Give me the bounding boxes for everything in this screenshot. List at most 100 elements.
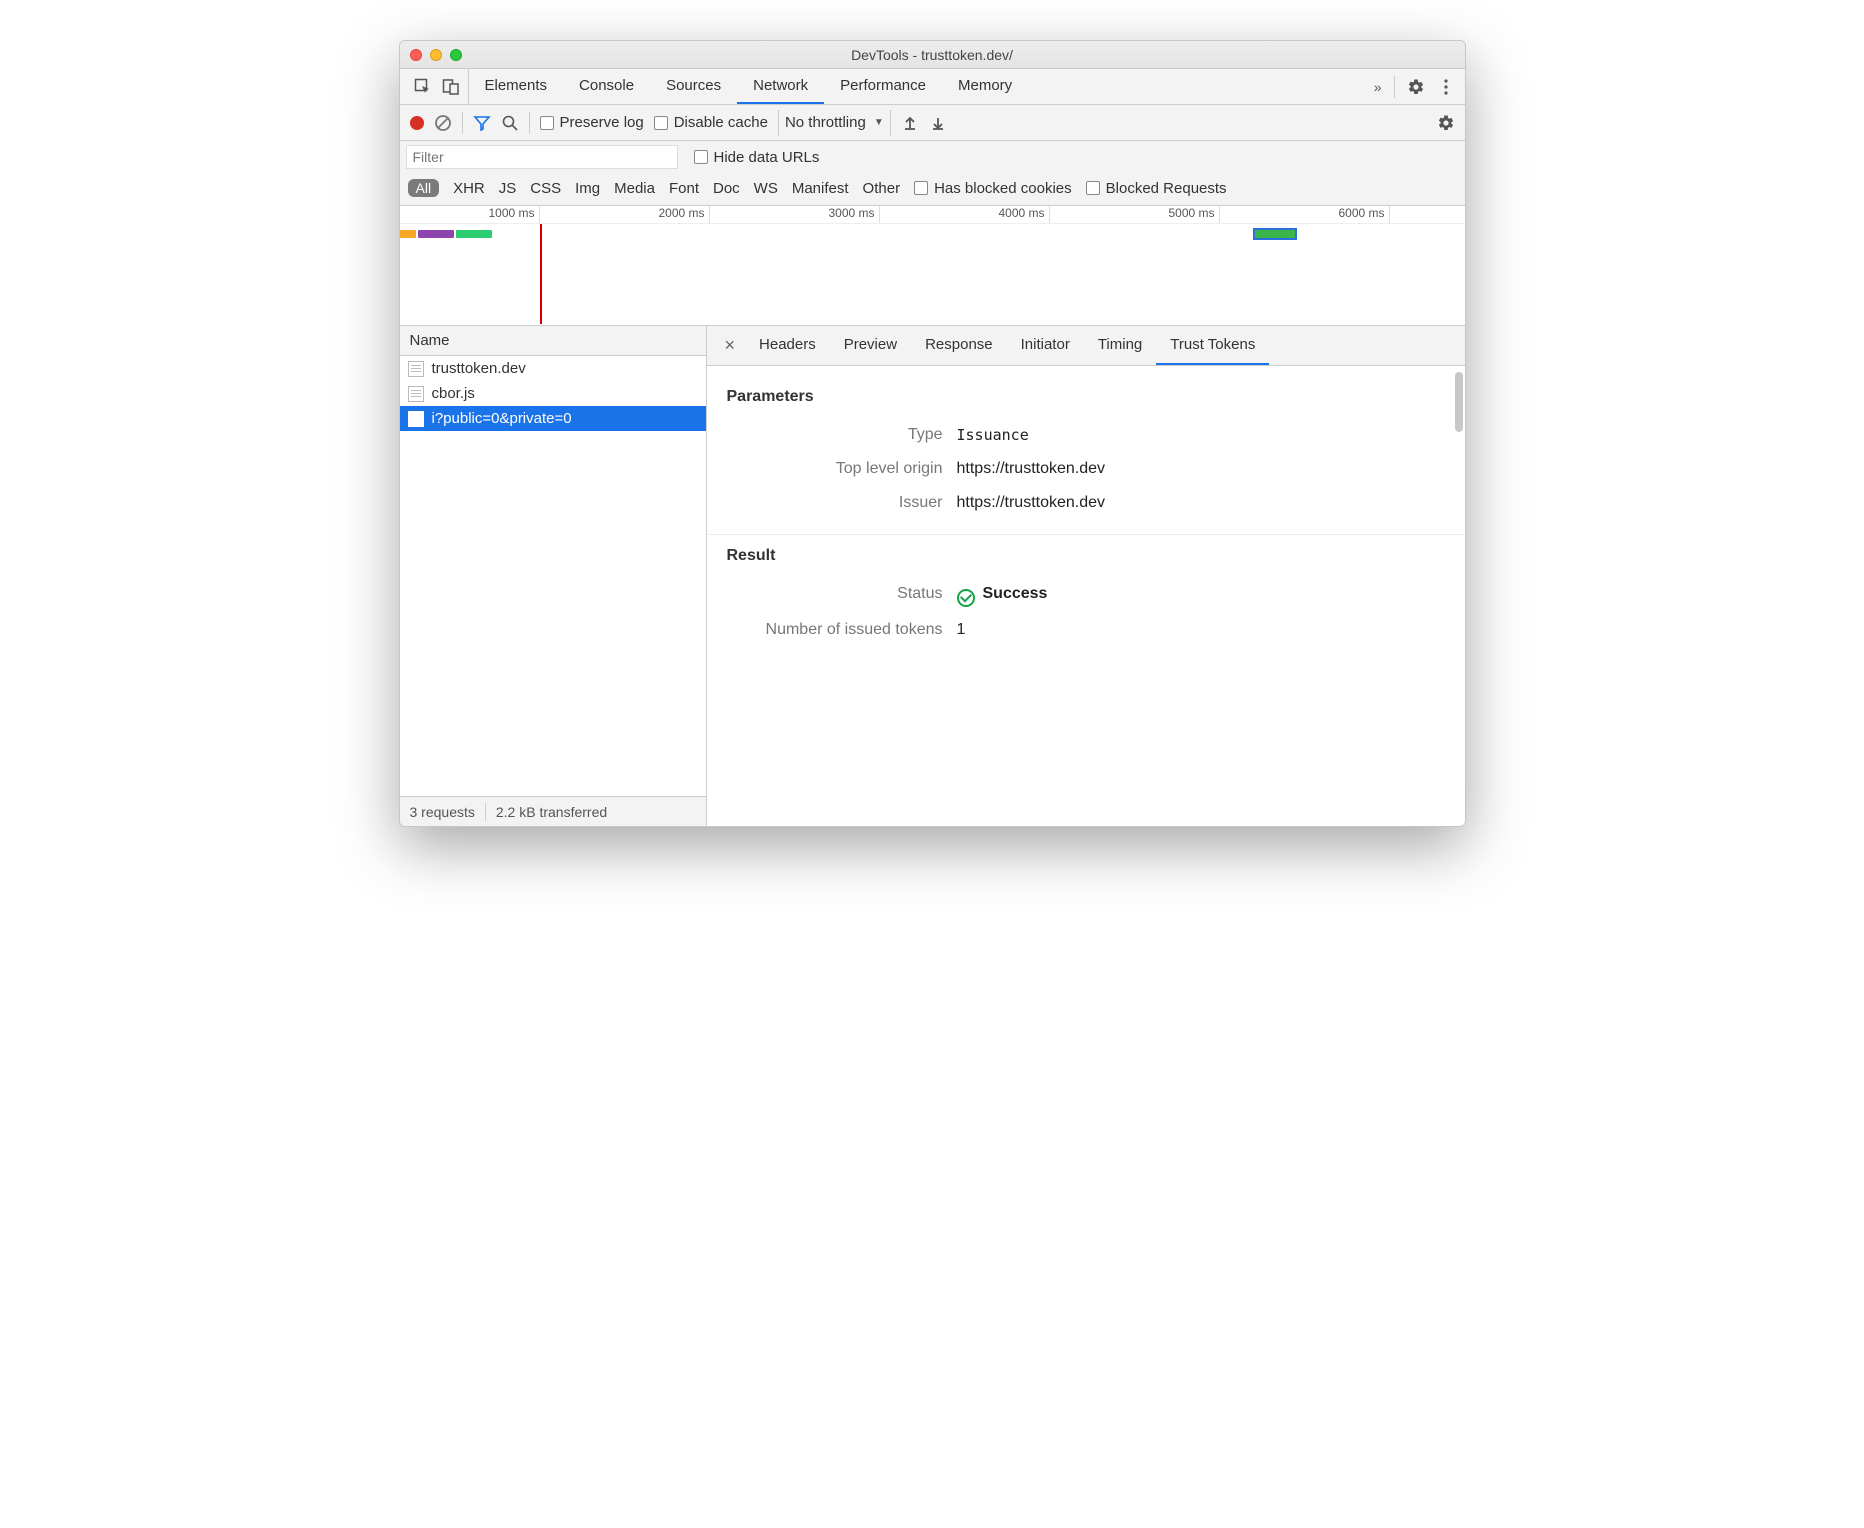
network-settings-icon[interactable] [1437,114,1455,132]
throttling-label: No throttling [785,114,866,131]
request-row[interactable]: i?public=0&private=0 [400,406,706,431]
timeline[interactable]: 1000 ms2000 ms3000 ms4000 ms5000 ms6000 … [400,206,1465,326]
scrollbar[interactable] [1455,372,1463,432]
timeline-tick: 4000 ms [990,206,1050,223]
filter-type-font[interactable]: Font [669,180,699,197]
main-split: Name trusttoken.dev cbor.js i?public=0&pri… [400,326,1465,826]
detail-tab-initiator[interactable]: Initiator [1007,326,1084,365]
timeline-tick: 6000 ms [1330,206,1390,223]
detail-key: Number of issued tokens [727,621,957,639]
timeline-tick: 5000 ms [1160,206,1220,223]
filter-type-media[interactable]: Media [614,180,655,197]
filter-type-xhr[interactable]: XHR [453,180,485,197]
tabs-overflow-icon[interactable]: » [1374,79,1382,95]
filter-type-all[interactable]: All [408,179,440,197]
detail-value: Issuance [957,426,1029,444]
more-icon[interactable] [1437,78,1455,96]
filter-toggle-icon[interactable] [473,114,491,132]
tab-network[interactable]: Network [737,69,824,104]
detail-value: https://trusttoken.dev [957,460,1106,478]
separator [529,112,530,134]
transferred-size: 2.2 kB transferred [496,804,607,820]
detail-value: https://trusttoken.dev [957,494,1106,512]
window-title: DevTools - trusttoken.dev/ [400,47,1465,63]
search-icon[interactable] [501,114,519,132]
dropdown-arrow-icon: ▼ [874,117,884,128]
timeline-bar [456,230,492,238]
separator [462,112,463,134]
name-column-header[interactable]: Name [400,326,706,356]
tab-console[interactable]: Console [563,69,650,104]
timeline-bar [418,230,454,238]
file-icon [408,411,424,427]
disable-cache-checkbox[interactable]: Disable cache [654,114,768,131]
filter-type-ws[interactable]: WS [754,180,778,197]
has-blocked-cookies-checkbox[interactable]: Has blocked cookies [914,180,1072,197]
filter-bar: Hide data URLs All XHR JS CSS Img Media Font Do… [400,141,1465,206]
tab-performance[interactable]: Performance [824,69,942,104]
filter-type-doc[interactable]: Doc [713,180,740,197]
detail-row: Top level originhttps://trusttoken.dev [707,452,1465,486]
main-tabbar: ElementsConsoleSourcesNetworkPerformance… [400,69,1465,105]
request-name: trusttoken.dev [432,360,526,377]
request-name: i?public=0&private=0 [432,410,572,427]
detail-row: StatusSuccess [707,577,1465,613]
detail-row: Issuerhttps://trusttoken.dev [707,486,1465,520]
result-heading: Result [707,541,1465,577]
requests-count: 3 requests [410,804,475,820]
timeline-tick: 2000 ms [650,206,710,223]
tab-sources[interactable]: Sources [650,69,737,104]
timeline-bar [1253,228,1297,240]
detail-value: 1 [957,621,966,639]
upload-icon[interactable] [901,114,919,132]
blocked-requests-checkbox[interactable]: Blocked Requests [1086,180,1227,197]
detail-key: Top level origin [727,460,957,478]
preserve-log-checkbox[interactable]: Preserve log [540,114,644,131]
detail-tab-timing[interactable]: Timing [1084,326,1156,365]
request-list: Name trusttoken.dev cbor.js i?public=0&pri… [400,326,707,826]
request-row[interactable]: trusttoken.dev [400,356,706,381]
detail-key: Status [727,585,957,605]
detail-key: Issuer [727,494,957,512]
settings-icon[interactable] [1407,78,1425,96]
filter-type-js[interactable]: JS [499,180,517,197]
hide-data-urls-label: Hide data URLs [714,149,820,166]
tab-memory[interactable]: Memory [942,69,1028,104]
filter-type-other[interactable]: Other [863,180,901,197]
throttling-dropdown[interactable]: No throttling ▼ [778,110,891,136]
success-icon [957,589,975,607]
request-row[interactable]: cbor.js [400,381,706,406]
parameters-heading: Parameters [707,382,1465,418]
hide-data-urls-checkbox[interactable]: Hide data URLs [694,149,820,166]
timeline-bar [400,230,416,238]
detail-row: Number of issued tokens1 [707,613,1465,647]
tab-elements[interactable]: Elements [469,69,564,104]
preserve-log-label: Preserve log [560,114,644,131]
result-section: Result StatusSuccessNumber of issued tok… [707,535,1465,661]
detail-tab-trust-tokens[interactable]: Trust Tokens [1156,326,1269,365]
detail-tab-headers[interactable]: Headers [745,326,830,365]
request-name: cbor.js [432,385,475,402]
file-icon [408,386,424,402]
inspect-icon[interactable] [414,78,432,96]
filter-type-manifest[interactable]: Manifest [792,180,849,197]
separator [1394,76,1395,98]
close-detail-button[interactable]: × [715,335,746,356]
detail-tab-preview[interactable]: Preview [830,326,911,365]
detail-tabs: × HeadersPreviewResponseInitiatorTimingT… [707,326,1465,366]
filter-input[interactable] [406,145,678,169]
clear-icon[interactable] [434,114,452,132]
device-toggle-icon[interactable] [442,78,460,96]
request-detail: × HeadersPreviewResponseInitiatorTimingT… [707,326,1465,826]
timeline-tick: 3000 ms [820,206,880,223]
filter-type-img[interactable]: Img [575,180,600,197]
detail-row: TypeIssuance [707,418,1465,452]
filter-type-css[interactable]: CSS [530,180,561,197]
record-button[interactable] [410,116,424,130]
disable-cache-label: Disable cache [674,114,768,131]
download-icon[interactable] [929,114,947,132]
detail-key: Type [727,426,957,444]
parameters-section: Parameters TypeIssuanceTop level originh… [707,376,1465,535]
separator [485,803,486,821]
detail-tab-response[interactable]: Response [911,326,1007,365]
